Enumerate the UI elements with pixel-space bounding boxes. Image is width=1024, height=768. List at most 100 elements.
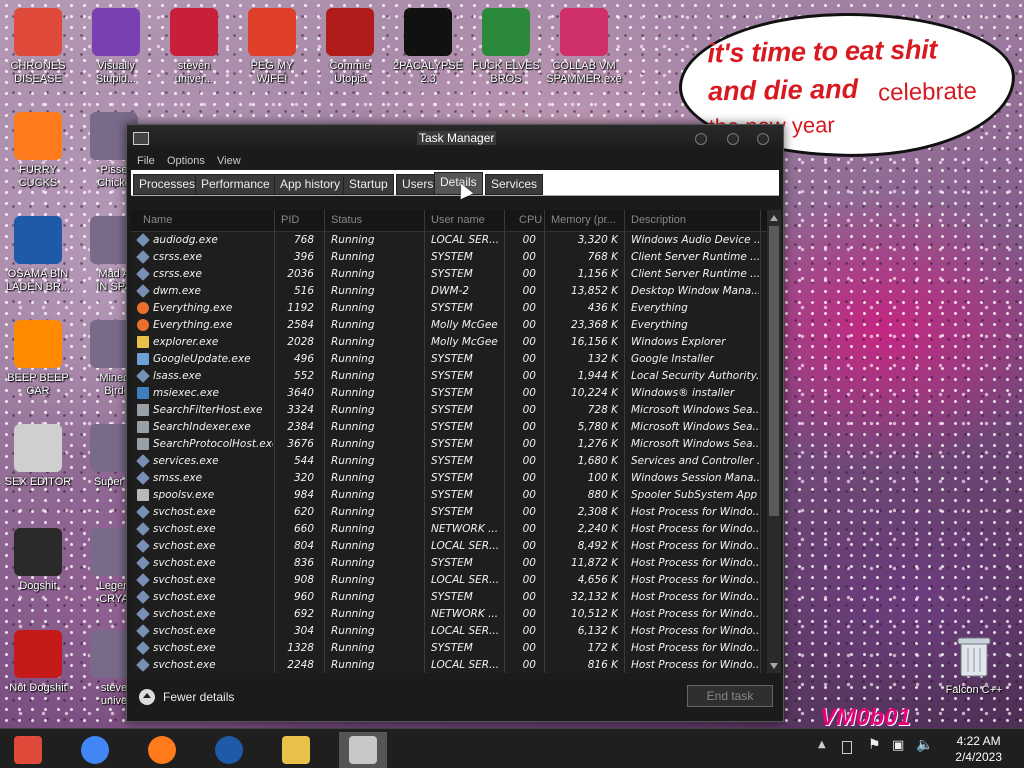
taskbar-button-task-manager[interactable]	[339, 732, 387, 768]
maximize-button[interactable]	[727, 133, 739, 145]
taskbar-button-firefox[interactable]	[138, 732, 186, 768]
table-row[interactable]: msiexec.exe 3640 Running SYSTEM 00 10,224 K Wi…	[131, 385, 767, 402]
process-description: Host Process for Windo...	[631, 506, 759, 518]
process-memory: 132 K	[587, 353, 618, 365]
table-row[interactable]: svchost.exe 692 Running NETWORK ... 00 10,512…	[131, 606, 767, 623]
table-row[interactable]: svchost.exe 620 Running SYSTEM 00 2,308 K Host…	[131, 504, 767, 521]
title-bar[interactable]: Task Manager	[127, 125, 783, 153]
desktop-shortcut[interactable]: Commie Utopia	[312, 8, 388, 86]
table-row[interactable]: SearchProtocolHost.exe 3676 Running SYSTEM 0…	[131, 436, 767, 453]
flag-icon[interactable]: ⚑	[868, 737, 881, 753]
desktop-icon-label: steven univer...	[174, 60, 214, 85]
chevron-up-icon[interactable]: ▲	[818, 739, 826, 750]
desktop-icon[interactable]	[842, 741, 852, 754]
col-header-memory[interactable]: Memory (pr...	[551, 214, 616, 226]
table-row[interactable]: svchost.exe 1328 Running SYSTEM 00 172 K Host …	[131, 640, 767, 657]
table-row[interactable]: lsass.exe 552 Running SYSTEM 00 1,944 K Local …	[131, 368, 767, 385]
col-header-pid[interactable]: PID	[281, 214, 299, 226]
tab-app-history[interactable]: App history	[274, 174, 347, 195]
desktop-shortcut[interactable]: steven univer...	[156, 8, 232, 86]
table-row[interactable]: dwm.exe 516 Running DWM-2 00 13,852 K Desktop …	[131, 283, 767, 300]
tab-processes[interactable]: Processes	[133, 174, 202, 195]
desktop-shortcut[interactable]: OSAMA BIN LADEN BR...	[0, 216, 76, 294]
table-row[interactable]: SearchIndexer.exe 2384 Running SYSTEM 00 5,78…	[131, 419, 767, 436]
table-row[interactable]: svchost.exe 908 Running LOCAL SER... 00 4,656…	[131, 572, 767, 589]
generic-exe-icon	[136, 590, 150, 604]
taskbar-button-obama-logo[interactable]	[205, 732, 253, 768]
table-row[interactable]: Everything.exe 1192 Running SYSTEM 00 436 K Ev…	[131, 300, 767, 317]
clock[interactable]: 4:22 AM 2/4/2023	[955, 733, 1002, 765]
process-cpu: 00	[522, 336, 536, 348]
col-header-status[interactable]: Status	[331, 214, 362, 226]
desktop-shortcut[interactable]: Visually Stupid...	[78, 8, 154, 86]
table-row[interactable]: explorer.exe 2028 Running Molly McGee 00 16,1…	[131, 334, 767, 351]
process-name: svchost.exe	[153, 540, 216, 552]
process-pid: 2384	[287, 421, 314, 433]
desktop-shortcut[interactable]: PEG MY WIFE!	[234, 8, 310, 86]
tab-performance[interactable]: Performance	[195, 174, 276, 195]
col-header-description[interactable]: Description	[631, 214, 686, 226]
process-cpu: 00	[522, 489, 536, 501]
desktop-shortcut[interactable]: CHRONES DISEASE	[0, 8, 76, 86]
scroll-thumb[interactable]	[769, 226, 779, 516]
table-row[interactable]: smss.exe 320 Running SYSTEM 00 100 K Windows S…	[131, 470, 767, 487]
taskbar-button-chrome[interactable]	[71, 732, 119, 768]
col-header-user[interactable]: User name	[431, 214, 485, 226]
table-row[interactable]: svchost.exe 660 Running NETWORK ... 00 2,240 …	[131, 521, 767, 538]
chevron-up-circle-icon[interactable]	[139, 689, 155, 705]
desktop-shortcut[interactable]: Dogshit	[0, 528, 76, 593]
table-row[interactable]: svchost.exe 2248 Running LOCAL SER... 00 816 …	[131, 657, 767, 674]
vertical-scrollbar[interactable]	[767, 210, 781, 674]
desktop-shortcut[interactable]: 2PACALYPSE 2.3	[390, 8, 466, 86]
table-row[interactable]: services.exe 544 Running SYSTEM 00 1,680 K Ser…	[131, 453, 767, 470]
minimize-button[interactable]	[695, 133, 707, 145]
taskbar-button-folder[interactable]	[272, 732, 320, 768]
table-row[interactable]: Everything.exe 2584 Running Molly McGee 00 23…	[131, 317, 767, 334]
scroll-down-arrow-icon[interactable]	[770, 663, 778, 669]
process-cpu: 00	[522, 251, 536, 263]
desktop-shortcut[interactable]: FUCK ELVES BROS	[468, 8, 544, 86]
process-status: Running	[331, 455, 375, 467]
spammer-icon	[560, 8, 608, 56]
table-row[interactable]: spoolsv.exe 984 Running SYSTEM 00 880 K Spoole…	[131, 487, 767, 504]
taskbar-button-explorer[interactable]	[4, 732, 52, 768]
desktop-shortcut[interactable]: BEEP BEEP CAR	[0, 320, 76, 398]
menu-options[interactable]: Options	[167, 155, 205, 167]
process-status: Running	[331, 285, 375, 297]
col-header-cpu[interactable]: CPU	[519, 214, 542, 226]
task-manager-window[interactable]: Task Manager File Options View Processes…	[126, 124, 784, 722]
desktop-icon-label: CHRONES DISEASE	[10, 60, 66, 85]
fewer-details-link[interactable]: Fewer details	[163, 690, 234, 704]
col-header-name[interactable]: Name	[143, 214, 172, 226]
menu-view[interactable]: View	[217, 155, 241, 167]
desktop-shortcut[interactable]: SEX EDITOR	[0, 424, 76, 489]
process-name: svchost.exe	[153, 523, 216, 535]
desktop-shortcut[interactable]: COLLAB VM SPAMMER.exe	[546, 8, 622, 86]
process-status: Running	[331, 557, 375, 569]
table-row[interactable]: svchost.exe 960 Running SYSTEM 00 32,132 K Hos…	[131, 589, 767, 606]
table-row[interactable]: csrss.exe 396 Running SYSTEM 00 768 K Client S…	[131, 249, 767, 266]
tab-startup[interactable]: Startup	[343, 174, 394, 195]
table-row[interactable]: svchost.exe 304 Running LOCAL SER... 00 6,132…	[131, 623, 767, 640]
desktop-icon-recycle-bin[interactable]: Falcon C++	[936, 632, 1012, 697]
desktop-shortcut[interactable]: Not Dogshit	[0, 630, 76, 695]
network-icon[interactable]: ▣	[892, 738, 904, 753]
tab-users[interactable]: Users	[396, 174, 440, 195]
scroll-up-arrow-icon[interactable]	[770, 215, 778, 221]
desktop-shortcut[interactable]: FURRY CUCKS	[0, 112, 76, 190]
table-row[interactable]: audiodg.exe 768 Running LOCAL SER... 00 3,320…	[131, 232, 767, 249]
volume-icon[interactable]: 🔈	[916, 737, 933, 753]
table-row[interactable]: svchost.exe 836 Running SYSTEM 00 11,872 K Hos…	[131, 555, 767, 572]
table-row[interactable]: SearchFilterHost.exe 3324 Running SYSTEM 00 7…	[131, 402, 767, 419]
search-app-icon	[137, 302, 149, 314]
table-row[interactable]: csrss.exe 2036 Running SYSTEM 00 1,156 K Clien…	[131, 266, 767, 283]
tab-services[interactable]: Services	[485, 174, 544, 195]
process-name: svchost.exe	[153, 574, 216, 586]
process-status: Running	[331, 625, 375, 637]
table-row[interactable]: GoogleUpdate.exe 496 Running SYSTEM 00 132 K G…	[131, 351, 767, 368]
table-row[interactable]: svchost.exe 804 Running LOCAL SER... 00 8,492…	[131, 538, 767, 555]
commie-icon	[326, 8, 374, 56]
close-button[interactable]	[757, 133, 769, 145]
menu-file[interactable]: File	[137, 155, 155, 167]
end-task-button[interactable]: End task	[687, 685, 773, 707]
